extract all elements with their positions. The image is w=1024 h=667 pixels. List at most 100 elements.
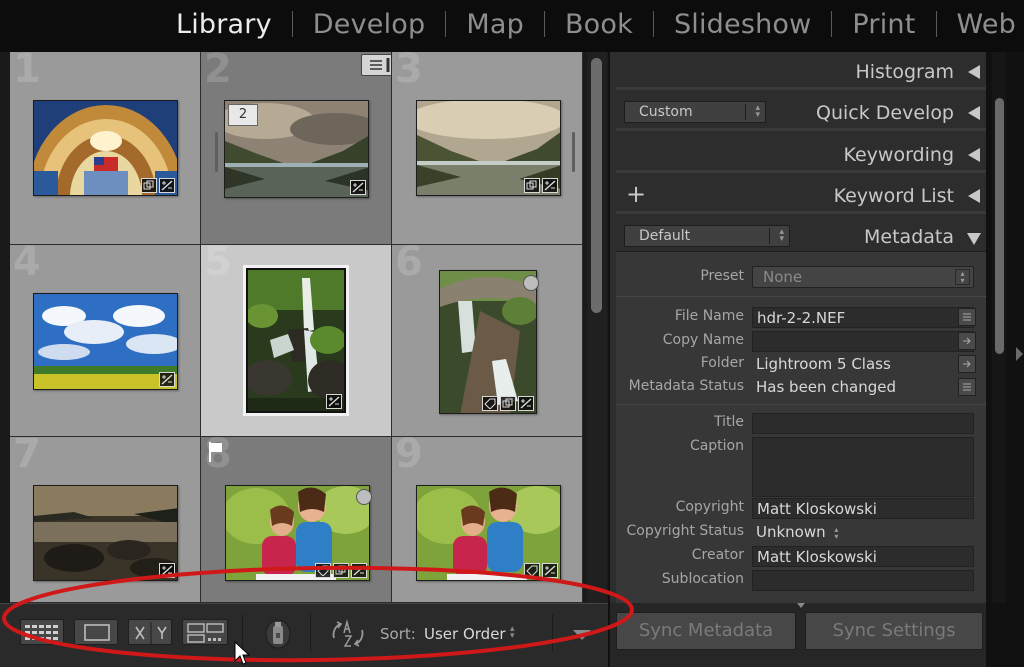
painter-spray-can-icon[interactable] (263, 616, 293, 650)
stack-handle[interactable] (215, 132, 218, 172)
develop-adjustment-badge-icon[interactable] (159, 178, 175, 193)
thumbnail-mother-daughter[interactable] (225, 485, 370, 581)
field-label: File Name (674, 308, 744, 324)
develop-adjustment-badge-icon[interactable] (542, 178, 558, 193)
develop-adjustment-badge-icon[interactable] (159, 372, 175, 387)
metadata-view-dropdown[interactable]: Default ▴ ▾ (624, 225, 790, 247)
sort-direction-az-icon[interactable] (326, 618, 370, 650)
grid-cell[interactable]: 8 (201, 437, 392, 603)
develop-adjustment-badge-icon[interactable] (159, 563, 175, 578)
module-separator (935, 11, 937, 37)
copyright-field[interactable]: Matt Kloskowski (752, 498, 974, 519)
pick-flag-icon[interactable] (209, 442, 222, 462)
metadata-row-status: Metadata Status Has been changed (616, 376, 986, 398)
grid-cell[interactable]: 7 (10, 437, 201, 603)
thumbnail-stone-bridge-falls[interactable] (439, 270, 537, 414)
thumbnail-fjord[interactable] (416, 100, 561, 196)
thumbnail-waterfall[interactable] (243, 265, 349, 416)
module-print[interactable]: Print (852, 9, 915, 40)
thumbnail-mother-daughter[interactable] (416, 485, 561, 581)
thumbnail-rotunda-interior[interactable] (33, 100, 178, 196)
copyright-status-dropdown[interactable]: Unknown ▴ ▾ (752, 522, 974, 543)
metadata-preset-dropdown[interactable]: None ▴ ▾ (752, 266, 974, 288)
develop-adjustment-badge-icon[interactable] (350, 180, 366, 195)
metadata-row-caption: Caption (616, 436, 986, 498)
grid-cell[interactable]: 2 2 (201, 52, 392, 245)
keyword-badge-icon[interactable] (482, 396, 498, 411)
add-keyword-icon[interactable]: + (626, 180, 646, 208)
module-slideshow[interactable]: Slideshow (674, 9, 811, 40)
copy-name-field[interactable] (752, 331, 974, 352)
go-to-folder-arrow-icon[interactable] (958, 355, 976, 373)
grid-view-button[interactable] (20, 619, 64, 645)
grid-cell[interactable]: 4 (10, 245, 201, 437)
sync-metadata-button[interactable]: Sync Metadata (616, 612, 796, 650)
right-panel-scrollbar-thumb[interactable] (995, 98, 1004, 354)
stack-count-badge[interactable]: 2 (228, 104, 258, 126)
file-name-field[interactable]: hdr-2-2.NEF (752, 307, 974, 328)
field-label: Copyright (675, 499, 744, 515)
panel-toggle-arrow-icon[interactable] (1016, 347, 1023, 361)
develop-adjustment-badge-icon[interactable] (518, 396, 534, 411)
loupe-view-button[interactable] (74, 619, 118, 645)
collapse-triangle-icon[interactable] (968, 148, 980, 162)
copy-badge-icon[interactable] (141, 178, 157, 193)
module-develop[interactable]: Develop (313, 9, 426, 40)
keyword-badge-icon[interactable] (524, 563, 540, 578)
cell-index-number: 4 (13, 245, 41, 285)
thumbnail-rocky-beach[interactable] (33, 485, 178, 581)
panel-header-quick-develop[interactable]: Custom ▴ ▾ Quick Develop (616, 95, 986, 131)
stack-collapse-icon[interactable] (361, 54, 391, 76)
title-field[interactable] (752, 413, 974, 434)
module-web[interactable]: Web (957, 9, 1016, 40)
panel-header-metadata[interactable]: Default ▴ ▾ Metadata (616, 219, 986, 255)
module-separator (445, 11, 447, 37)
caption-field[interactable] (752, 437, 974, 497)
toolbar-separator (552, 614, 553, 652)
expand-triangle-icon[interactable] (967, 233, 981, 245)
copy-badge-icon[interactable] (524, 178, 540, 193)
sort-order-dropdown[interactable]: User Order (424, 625, 506, 643)
thumbnail-blue-sky-field[interactable] (33, 293, 178, 390)
develop-adjustment-badge-icon[interactable] (326, 394, 342, 409)
module-list: Library Develop Map Book Slideshow Print… (176, 4, 1016, 44)
module-book[interactable]: Book (565, 9, 633, 40)
module-map[interactable]: Map (466, 9, 524, 40)
panel-header-keywording[interactable]: Keywording (616, 137, 986, 173)
collapse-triangle-icon[interactable] (968, 106, 980, 120)
grid-scrollbar-thumb[interactable] (591, 58, 602, 313)
status-list-icon[interactable] (958, 378, 976, 396)
copy-badge-icon[interactable] (333, 563, 349, 578)
grid-cell[interactable]: 9 (392, 437, 583, 603)
copy-badge-icon[interactable] (500, 396, 516, 411)
collapse-triangle-icon[interactable] (968, 189, 980, 203)
grid-cell-selected[interactable]: 5 (201, 245, 392, 437)
quick-collection-circle-icon[interactable] (523, 275, 539, 291)
compare-view-button[interactable] (128, 619, 172, 645)
panel-header-histogram[interactable]: Histogram (616, 54, 986, 90)
sublocation-field[interactable] (752, 570, 974, 591)
grid-cell[interactable]: 6 (392, 245, 583, 437)
collapse-triangle-icon[interactable] (968, 65, 980, 79)
dropdown-arrows-icon: ▴ ▾ (779, 227, 784, 244)
field-label: Sublocation (661, 571, 744, 587)
module-library[interactable]: Library (176, 9, 272, 40)
creator-field[interactable]: Matt Kloskowski (752, 546, 974, 567)
saved-preset-dropdown[interactable]: Custom ▴ ▾ (624, 101, 766, 123)
sync-settings-button[interactable]: Sync Settings (805, 612, 983, 650)
grid-cell[interactable]: 1 (10, 52, 201, 245)
develop-adjustment-badge-icon[interactable] (542, 563, 558, 578)
panel-header-keyword-list[interactable]: + Keyword List (616, 178, 986, 214)
stack-handle[interactable] (572, 132, 575, 172)
toolbar-content-menu-button[interactable] (560, 618, 598, 648)
panel-title: Keywording (843, 144, 954, 166)
go-to-arrow-icon[interactable] (958, 332, 976, 350)
grid-cell[interactable]: 3 (392, 52, 583, 245)
rename-list-icon[interactable] (958, 308, 976, 326)
module-picker: Library Develop Map Book Slideshow Print… (0, 0, 1024, 52)
quick-collection-circle-icon[interactable] (356, 489, 372, 505)
develop-adjustment-badge-icon[interactable] (351, 563, 367, 578)
field-label: Creator (691, 547, 744, 563)
survey-view-button[interactable] (182, 619, 228, 645)
keyword-badge-icon[interactable] (315, 563, 331, 578)
